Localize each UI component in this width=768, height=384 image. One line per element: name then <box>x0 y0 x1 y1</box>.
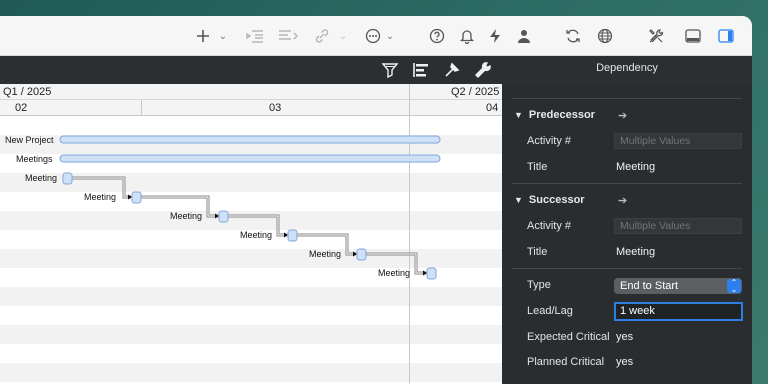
person-icon[interactable] <box>516 24 532 48</box>
predecessor-activity-field[interactable]: Multiple Values <box>614 133 742 149</box>
app-window: ⌄ ⌄ ⌄ Dependency Q1 / 2025 Q2 / 2025 02 … <box>0 16 752 384</box>
row-label-meeting: Meeting <box>84 192 117 202</box>
row-label-meeting: Meeting <box>378 268 411 278</box>
toolbar: ⌄ ⌄ ⌄ <box>0 16 752 56</box>
project-summary-bar[interactable] <box>59 135 441 144</box>
type-label: Type <box>527 279 551 291</box>
align-icon[interactable] <box>278 24 298 48</box>
successor-activity-label: Activity # <box>527 220 572 232</box>
wrench-icon[interactable] <box>473 61 491 79</box>
row-label-meetings: Meetings <box>16 154 53 164</box>
type-select-value: End to Start <box>620 280 679 292</box>
leadlag-input[interactable]: 1 week <box>614 302 743 321</box>
expected-critical-value: yes <box>616 331 634 343</box>
lightning-icon[interactable] <box>487 24 503 48</box>
row-label-meeting: Meeting <box>25 173 58 183</box>
dependency-inspector: ▼ Predecessor ➔ Activity # Multiple Valu… <box>502 84 752 384</box>
divider <box>512 98 742 99</box>
meeting-task-bar[interactable] <box>356 248 367 261</box>
go-to-arrow-icon[interactable]: ➔ <box>618 109 627 122</box>
notification-bell-icon[interactable] <box>458 24 476 48</box>
successor-title-value: Meeting <box>616 246 656 258</box>
bottom-panel-icon[interactable] <box>684 24 702 48</box>
gantt-style-icon[interactable] <box>412 61 430 79</box>
disclosure-triangle-icon[interactable]: ▼ <box>514 195 523 205</box>
predecessor-section-header[interactable]: ▼ Predecessor <box>514 109 595 121</box>
divider <box>512 268 742 269</box>
tools-icon[interactable] <box>647 24 665 48</box>
leadlag-label: Lead/Lag <box>527 305 573 317</box>
more-options-icon[interactable] <box>364 24 382 48</box>
chevron-down-icon[interactable]: ⌄ <box>218 24 228 48</box>
predecessor-title-value: Meeting <box>616 161 656 173</box>
chevron-down-icon[interactable]: ⌄ <box>338 24 348 48</box>
meeting-task-bar[interactable] <box>287 229 298 242</box>
right-panel-icon[interactable] <box>717 24 735 48</box>
predecessor-header-label: Predecessor <box>528 109 595 121</box>
meeting-task-bar[interactable] <box>218 210 229 223</box>
planned-critical-value: yes <box>616 356 634 368</box>
predecessor-title-label: Title <box>527 161 548 173</box>
dependency-lines[interactable] <box>72 176 426 275</box>
go-to-arrow-icon[interactable]: ➔ <box>618 194 627 207</box>
row-label-meeting: Meeting <box>170 211 203 221</box>
help-icon[interactable] <box>428 24 446 48</box>
stepper-chevron-icon[interactable]: ⌃ ⌄ <box>727 279 741 294</box>
plus-icon[interactable] <box>195 24 211 48</box>
planned-critical-label: Planned Critical <box>527 356 605 368</box>
predecessor-activity-label: Activity # <box>527 135 572 147</box>
successor-section-header[interactable]: ▼ Successor <box>514 194 585 206</box>
row-label-meeting: Meeting <box>309 249 342 259</box>
successor-header-label: Successor <box>528 194 585 206</box>
row-label-meeting: Meeting <box>240 230 273 240</box>
divider <box>512 183 742 184</box>
filter-icon[interactable] <box>381 61 399 79</box>
row-label-new-project: New Project <box>5 135 54 145</box>
meeting-task-bar[interactable] <box>426 267 437 280</box>
meetings-summary-bar[interactable] <box>59 154 441 163</box>
chevron-down-icon[interactable]: ⌄ <box>385 24 395 48</box>
meeting-task-bar[interactable] <box>62 172 73 185</box>
expected-critical-label: Expected Critical <box>527 331 610 343</box>
gantt-chart[interactable]: Q1 / 2025 Q2 / 2025 02 03 04 New Project… <box>0 84 502 384</box>
disclosure-triangle-icon[interactable]: ▼ <box>514 110 523 120</box>
link-icon[interactable] <box>313 24 331 48</box>
globe-icon[interactable] <box>596 24 614 48</box>
meeting-task-bar[interactable] <box>131 191 142 204</box>
inspector-title: Dependency <box>596 62 658 74</box>
successor-activity-field[interactable]: Multiple Values <box>614 218 742 234</box>
successor-title-label: Title <box>527 246 548 258</box>
type-select[interactable]: End to Start ⌃ ⌄ <box>614 278 742 294</box>
indent-icon[interactable] <box>246 24 264 48</box>
leveling-icon[interactable] <box>443 61 461 79</box>
sync-icon[interactable] <box>564 24 582 48</box>
